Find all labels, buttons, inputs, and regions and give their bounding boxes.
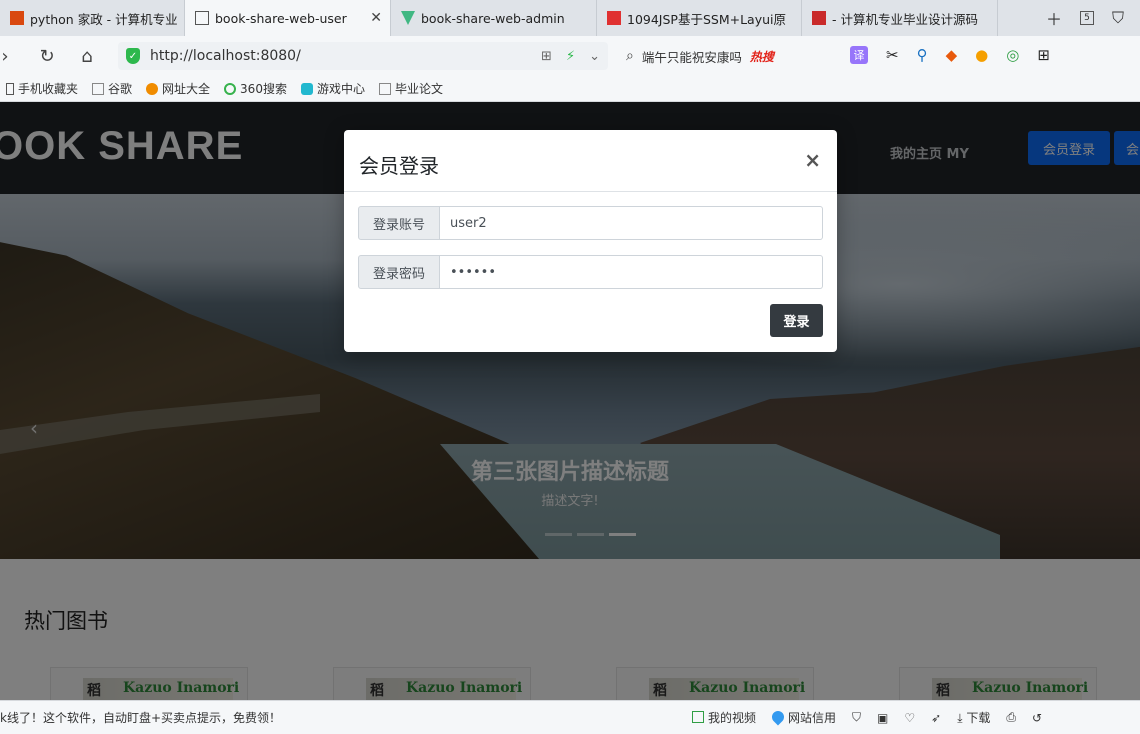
tab-graduation-source[interactable]: - 计算机专业毕业设计源码 bbox=[802, 0, 998, 36]
my-videos[interactable]: 我的视频 bbox=[692, 709, 756, 726]
tab-favicon-icon bbox=[812, 11, 826, 25]
bookmark-google[interactable]: 谷歌 bbox=[92, 80, 132, 97]
tab-jsp-ssm[interactable]: 1094JSP基于SSM+Layui原 bbox=[597, 0, 802, 36]
ring-icon bbox=[224, 82, 237, 95]
close-icon[interactable]: × bbox=[804, 148, 821, 172]
bookmark-game[interactable]: 游戏中心 bbox=[300, 80, 365, 97]
fox-icon[interactable]: ◆ bbox=[946, 46, 958, 64]
bookmarks-bar: 手机收藏夹 谷歌 网址大全 360搜索 游戏中心 毕业论文 bbox=[0, 76, 1140, 102]
game-icon bbox=[300, 82, 313, 95]
tab-count-badge[interactable]: 5 bbox=[1079, 11, 1094, 25]
password-input[interactable] bbox=[440, 255, 823, 289]
account-input[interactable] bbox=[440, 206, 823, 240]
search-text[interactable]: 端午只能祝安康吗 bbox=[642, 47, 742, 66]
password-label: 登录密码 bbox=[358, 255, 440, 289]
green-circle-icon[interactable]: ◎ bbox=[1006, 46, 1019, 64]
reload-icon[interactable]: ↻ bbox=[32, 46, 62, 67]
rocket-icon[interactable]: ➶ bbox=[931, 711, 941, 725]
drop-icon bbox=[769, 708, 787, 726]
scissors-icon[interactable]: ✂ bbox=[886, 46, 899, 64]
modal-header: 会员登录 × bbox=[344, 130, 837, 192]
bookmark-mobile[interactable]: 手机收藏夹 bbox=[6, 80, 78, 97]
vue-logo-icon bbox=[401, 11, 415, 25]
account-label: 登录账号 bbox=[358, 206, 440, 240]
status-ticker[interactable]: k线了！这个软件，自动盯盘+买卖点提示，免费领！ bbox=[0, 709, 281, 726]
hot-search-badge[interactable]: 热搜 bbox=[750, 48, 774, 65]
refresh-icon[interactable]: ↺ bbox=[1032, 711, 1042, 725]
tab-favicon-icon bbox=[10, 11, 24, 25]
translate-icon[interactable]: 译 bbox=[850, 46, 868, 64]
tab-label: 1094JSP基于SSM+Layui原 bbox=[627, 11, 787, 27]
password-input-group: 登录密码 bbox=[358, 255, 823, 289]
apps-grid-icon[interactable]: ⊞ bbox=[1037, 46, 1050, 64]
tab-python[interactable]: python 家政 - 计算机专业 bbox=[0, 0, 185, 36]
page-icon bbox=[92, 82, 105, 95]
extension-icons: 译 ✂ ⚲ ◆ ● ◎ ⊞ bbox=[850, 46, 1050, 64]
address-url[interactable]: http://localhost:8080/ bbox=[150, 48, 301, 64]
grid-icon[interactable]: ⊞ bbox=[541, 49, 552, 64]
chevron-down-icon[interactable]: ⌄ bbox=[589, 49, 600, 64]
heart-icon[interactable]: ♡ bbox=[904, 711, 915, 725]
modal-title: 会员登录 bbox=[359, 154, 439, 178]
video-icon bbox=[692, 711, 704, 723]
download-icon: ⤓ bbox=[957, 711, 963, 725]
tab-book-share-web-admin[interactable]: book-share-web-admin bbox=[391, 0, 597, 36]
new-tab-icon[interactable]: ＋ bbox=[1046, 6, 1062, 30]
shirt-icon[interactable]: ⛉ bbox=[1112, 8, 1124, 28]
bookmark-360search[interactable]: 360搜索 bbox=[224, 80, 287, 97]
page-icon bbox=[378, 82, 391, 95]
tab-label: book-share-web-admin bbox=[421, 10, 565, 26]
bookmark-thesis[interactable]: 毕业论文 bbox=[378, 80, 443, 97]
image-icon[interactable]: ▣ bbox=[877, 711, 888, 725]
browser-tab-bar: python 家政 - 计算机专业 book-share-web-user ✕ … bbox=[0, 0, 1140, 36]
browser-status-bar: k线了！这个软件，自动盯盘+买卖点提示，免费领！ 我的视频 网站信用 ⛉ ▣ ♡… bbox=[0, 700, 1140, 734]
printer-icon[interactable]: ⎙ bbox=[1006, 710, 1016, 725]
tab-label: - 计算机专业毕业设计源码 bbox=[832, 11, 978, 27]
browser-toolbar: › ↻ ⌂ ✓ http://localhost:8080/ ⊞ ⚡ ⌄ ⌕ 端… bbox=[0, 36, 1140, 76]
tab-favicon-icon bbox=[607, 11, 621, 25]
home-icon[interactable]: ⌂ bbox=[72, 46, 102, 67]
status-actions: 我的视频 网站信用 ⛉ ▣ ♡ ➶ ⤓ 下载 ⎙ ↺ bbox=[692, 708, 1042, 726]
downloads[interactable]: ⤓ 下载 bbox=[957, 709, 990, 726]
account-input-group: 登录账号 bbox=[358, 206, 823, 240]
tab-controls: ＋ 5 ⛉ bbox=[1046, 0, 1140, 36]
magnifier-icon[interactable]: ⚲ bbox=[917, 46, 928, 64]
wallet-icon[interactable]: ● bbox=[975, 46, 988, 64]
address-actions: ⊞ ⚡ ⌄ bbox=[541, 49, 600, 64]
search-box[interactable]: ⌕ 端午只能祝安康吗 热搜 bbox=[620, 42, 840, 70]
lightning-icon[interactable]: ⚡ bbox=[566, 49, 575, 64]
back-icon[interactable]: › bbox=[0, 46, 10, 67]
bookmark-hao[interactable]: 网址大全 bbox=[146, 80, 210, 97]
tab-label: book-share-web-user bbox=[215, 10, 347, 26]
phone-icon bbox=[6, 82, 14, 95]
tab-close-icon[interactable]: ✕ bbox=[362, 10, 382, 26]
address-bar[interactable]: ✓ http://localhost:8080/ ⊞ ⚡ ⌄ bbox=[118, 42, 608, 70]
tab-favicon-icon bbox=[195, 11, 209, 25]
shield-icon[interactable]: ⛉ bbox=[852, 710, 861, 725]
security-shield-icon: ✓ bbox=[126, 48, 140, 64]
login-modal: 会员登录 × 登录账号 登录密码 登录 bbox=[344, 130, 837, 352]
search-icon: ⌕ bbox=[626, 48, 634, 64]
globe-icon bbox=[146, 82, 159, 95]
site-credit[interactable]: 网站信用 bbox=[769, 708, 836, 726]
login-submit-button[interactable]: 登录 bbox=[770, 304, 823, 337]
web-page: OOK SHARE 我的主页 MY 会员登录 会 ‹ 第三张图片描述标题 描述文… bbox=[0, 102, 1140, 700]
tab-label: python 家政 - 计算机专业 bbox=[30, 11, 178, 27]
tab-book-share-web-user[interactable]: book-share-web-user ✕ bbox=[185, 0, 391, 36]
